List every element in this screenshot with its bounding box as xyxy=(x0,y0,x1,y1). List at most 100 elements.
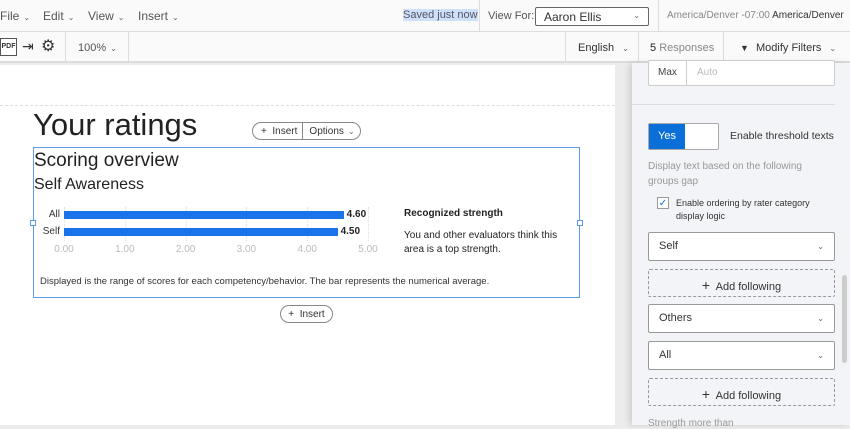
x-tick-label: 0.00 xyxy=(54,244,74,255)
pdf-icon[interactable]: PDF xyxy=(0,38,17,56)
chevron-down-icon: ⌄ xyxy=(110,44,117,53)
insert-below-button[interactable]: + Insert xyxy=(280,305,333,323)
bar-all xyxy=(64,211,344,219)
x-tick-label: 3.00 xyxy=(236,244,257,255)
timezone-offset: America/Denver -07:00 xyxy=(667,10,770,21)
x-tick-label: 2.00 xyxy=(175,244,196,255)
view-for-select[interactable]: Aaron Ellis ⌄ xyxy=(535,7,649,26)
select-value: All xyxy=(659,349,672,361)
responses-count: 5 Responses xyxy=(650,42,714,54)
footnote: Displayed is the range of scores for eac… xyxy=(40,276,490,287)
chevron-down-icon: ⌄ xyxy=(817,314,824,323)
count: 5 xyxy=(650,42,657,54)
pdf-label: PDF xyxy=(1,43,16,50)
chevron-down-icon: ⌄ xyxy=(23,13,31,22)
bar-self xyxy=(64,228,338,236)
toggle-label: Enable threshold texts xyxy=(730,130,834,142)
threshold-toggle[interactable]: Yes xyxy=(648,123,719,150)
checkbox-label: Enable ordering by rater category displa… xyxy=(676,198,810,221)
language-value: English xyxy=(578,42,615,54)
menu-label: File xyxy=(0,9,20,23)
toolbar: PDF ⇥ ⚙ 100% ⌄ English ⌄ 5 Responses ▼ Mod… xyxy=(0,32,850,63)
options-label: Options xyxy=(309,125,344,137)
saved-status: Saved just now xyxy=(403,9,478,21)
page-title: Your ratings xyxy=(33,107,198,142)
menu-edit[interactable]: Edit ⌄ xyxy=(43,9,74,23)
x-tick-label: 5.00 xyxy=(358,244,378,255)
divider xyxy=(128,32,129,62)
insert-options-group: + Insert Options ⌄ xyxy=(252,122,361,140)
divider xyxy=(632,104,835,105)
strength-label: Strength more than xyxy=(648,418,734,429)
max-label: Max xyxy=(649,61,687,85)
insert-label: Insert xyxy=(299,308,325,320)
value-label: 4.50 xyxy=(340,226,361,237)
panel-scrollbar[interactable] xyxy=(842,275,847,363)
ordering-checkbox[interactable]: ✓ xyxy=(657,197,669,209)
select-value: Self xyxy=(659,240,678,252)
chevron-down-icon: ⌄ xyxy=(622,44,629,53)
modify-filters-button[interactable]: ▼ Modify Filters ⌄ xyxy=(740,42,836,54)
widget-title: Scoring overview xyxy=(34,150,179,171)
divider xyxy=(565,32,566,62)
insert-button[interactable]: + Insert xyxy=(253,123,304,139)
timezone: America/Denver -07:00 America/Denver xyxy=(667,10,844,21)
chevron-down-icon: ⌄ xyxy=(817,242,824,251)
description: Display text based on the following grou… xyxy=(648,161,802,187)
add-following-button[interactable]: + Add following xyxy=(648,269,835,297)
threshold-title: Recognized strength xyxy=(404,208,503,219)
page-margin-guide xyxy=(0,105,615,106)
options-button[interactable]: Options ⌄ xyxy=(303,126,360,137)
value-label: 4.60 xyxy=(346,209,367,220)
add-label: Add following xyxy=(715,390,782,402)
category-label: Self xyxy=(42,226,60,237)
widget-subtitle: Self Awareness xyxy=(34,176,144,193)
max-field[interactable]: Max Auto xyxy=(648,60,835,86)
zoom-value: 100% xyxy=(78,42,107,54)
filters-label: Modify Filters xyxy=(755,42,822,54)
add-label: Add following xyxy=(715,281,782,293)
responses-label: Responses xyxy=(659,42,715,54)
chevron-down-icon: ⌄ xyxy=(347,126,355,136)
view-for-value: Aaron Ellis xyxy=(544,10,602,24)
x-tick-label: 4.00 xyxy=(297,244,317,255)
view-for-label: View For: xyxy=(488,10,535,22)
chevron-down-icon: ⌄ xyxy=(829,44,837,53)
menu-label: Insert xyxy=(138,9,169,23)
insert-label: Insert xyxy=(272,125,298,137)
chevron-down-icon: ⌄ xyxy=(817,351,824,360)
category-label: All xyxy=(48,209,60,220)
chevron-down-icon: ⌄ xyxy=(117,13,125,22)
timezone-name: America/Denver xyxy=(772,10,844,21)
add-following-button[interactable]: + Add following xyxy=(648,378,835,406)
zoom-select[interactable]: 100% ⌄ xyxy=(78,42,117,54)
divider xyxy=(658,0,659,31)
chevron-down-icon: ⌄ xyxy=(172,13,179,22)
group-select-all[interactable]: All ⌄ xyxy=(648,341,835,370)
menu-file[interactable]: File ⌄ xyxy=(0,9,30,23)
top-menu-bar: File ⌄ Edit ⌄ View ⌄ Insert ⌄ Saved just now… xyxy=(0,0,850,32)
toggle-yes: Yes xyxy=(649,124,685,149)
gear-icon[interactable]: ⚙ xyxy=(41,36,55,56)
menu-view[interactable]: View ⌄ xyxy=(88,9,125,23)
max-placeholder: Auto xyxy=(697,67,718,78)
select-value: Others xyxy=(659,312,693,324)
language-select[interactable]: English ⌄ xyxy=(578,42,629,54)
export-icon[interactable]: ⇥ xyxy=(22,38,34,55)
divider xyxy=(479,0,480,31)
gridline xyxy=(368,207,369,241)
x-tick-label: 1.00 xyxy=(115,244,135,255)
chevron-down-icon: ⌄ xyxy=(633,11,640,20)
menu-label: Edit xyxy=(43,9,64,23)
divider xyxy=(638,32,639,62)
group-select-others[interactable]: Others ⌄ xyxy=(648,304,835,333)
divider xyxy=(65,32,66,62)
menu-insert[interactable]: Insert ⌄ xyxy=(138,9,179,23)
threshold-text: You and other evaluators think this area… xyxy=(404,230,558,255)
filter-icon: ▼ xyxy=(740,43,749,53)
resize-handle[interactable] xyxy=(577,220,583,226)
chevron-down-icon: ⌄ xyxy=(67,13,75,22)
group-select-self[interactable]: Self ⌄ xyxy=(648,232,835,261)
divider xyxy=(723,32,724,62)
menu-label: View xyxy=(88,9,114,23)
